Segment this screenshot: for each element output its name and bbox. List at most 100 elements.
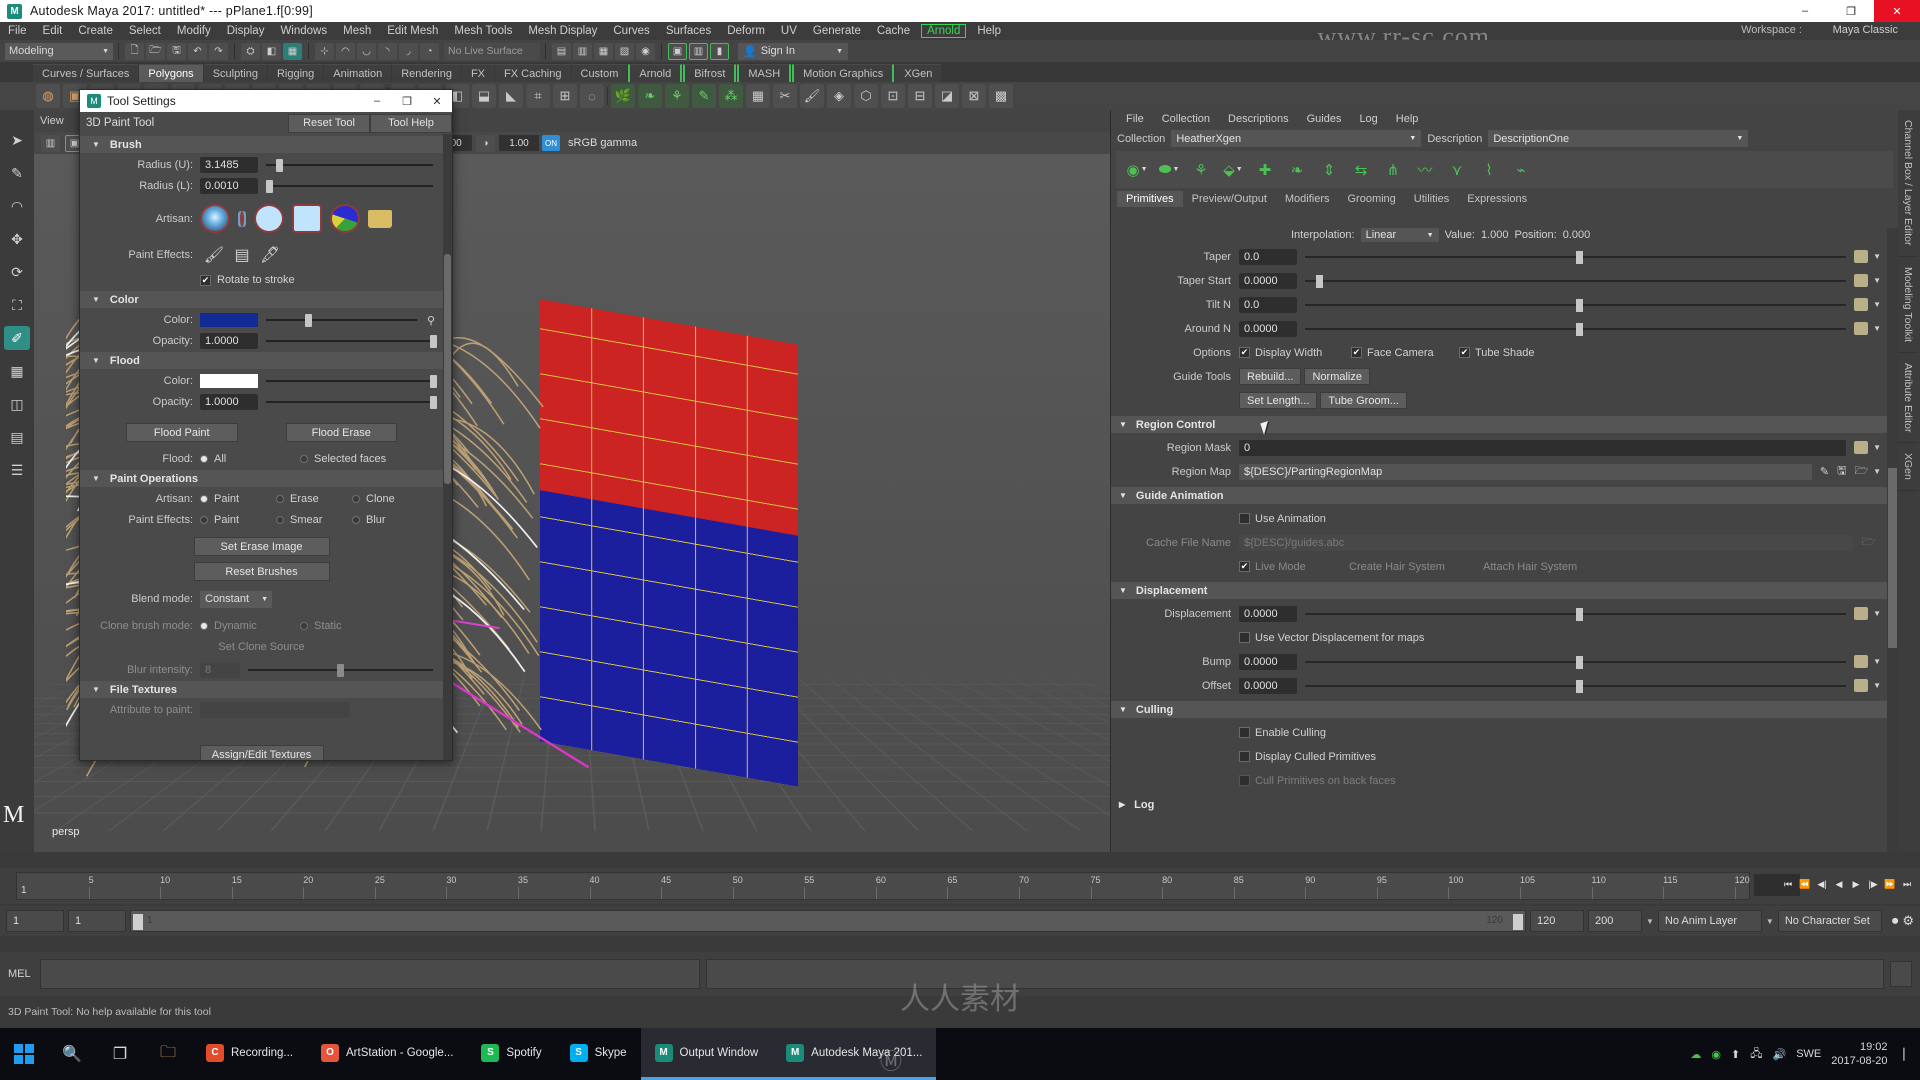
artisan-paint-radio[interactable] bbox=[200, 495, 208, 503]
pe-smear-radio[interactable] bbox=[276, 516, 284, 524]
guide-scale-icon[interactable]: ⇆ bbox=[1346, 155, 1376, 185]
outliner-layout-icon[interactable]: ☰ bbox=[4, 458, 30, 482]
crease-tool-icon[interactable]: ◪ bbox=[935, 84, 959, 108]
snap-to-curve-icon[interactable]: ◠ bbox=[336, 42, 355, 60]
cloud-icon[interactable]: ☁ bbox=[1690, 1048, 1701, 1061]
brush-medium-falloff-icon[interactable] bbox=[240, 210, 244, 227]
range-slider-right-handle[interactable] bbox=[1513, 914, 1523, 930]
quad-draw-icon[interactable]: ▦ bbox=[746, 84, 770, 108]
brush-square-icon[interactable] bbox=[292, 204, 322, 233]
xgen-groom-icon[interactable]: ❧ bbox=[638, 84, 662, 108]
tool-settings-minimize-button[interactable]: – bbox=[362, 90, 392, 112]
ipr-render-icon[interactable]: ▥ bbox=[573, 42, 592, 60]
section-file-textures[interactable]: ▼ File Textures bbox=[80, 681, 443, 698]
target-weld-icon[interactable]: ◈ bbox=[827, 84, 851, 108]
language-indicator[interactable]: SWE bbox=[1796, 1048, 1821, 1060]
taper-start-input[interactable]: 0.0000 bbox=[1239, 272, 1297, 289]
toggle-editor-icon[interactable]: ▣ bbox=[668, 42, 687, 60]
menu-item-mesh[interactable]: Mesh bbox=[335, 25, 379, 37]
move-tool-icon[interactable]: ✥ bbox=[4, 227, 30, 251]
taper-start-slider[interactable] bbox=[1305, 273, 1847, 289]
bevel-icon[interactable]: ◣ bbox=[499, 84, 523, 108]
brush-browse-folder-icon[interactable] bbox=[368, 209, 392, 228]
flood-color-slider[interactable] bbox=[266, 373, 437, 389]
artisan-erase-radio[interactable] bbox=[276, 495, 284, 503]
preview-refresh-icon[interactable]: ◉ ▼ bbox=[1122, 155, 1152, 185]
step-back-key-icon[interactable]: ⏪ bbox=[1798, 874, 1812, 894]
taper-slider[interactable] bbox=[1305, 249, 1847, 265]
undo-icon[interactable]: ↶ bbox=[188, 42, 207, 60]
step-forward-key-icon[interactable]: ⏩ bbox=[1883, 874, 1897, 894]
menu-item-windows[interactable]: Windows bbox=[272, 25, 335, 37]
script-editor-icon[interactable] bbox=[1890, 961, 1912, 987]
radius-l-input[interactable]: 0.0010 bbox=[200, 178, 258, 194]
render-settings-icon[interactable]: ▦ bbox=[594, 42, 613, 60]
displacement-slider[interactable] bbox=[1305, 606, 1847, 622]
viewport-gamma-value[interactable]: 1.00 bbox=[499, 135, 539, 151]
tilt-n-input[interactable]: 0.0 bbox=[1239, 296, 1297, 313]
section-guide-animation[interactable]: ▼ Guide Animation bbox=[1111, 487, 1887, 504]
around-n-input[interactable]: 0.0000 bbox=[1239, 320, 1297, 337]
brush-custom-image-icon[interactable] bbox=[330, 204, 360, 233]
play-back-icon[interactable]: ◀ bbox=[1832, 874, 1846, 894]
character-set-select[interactable]: No Character Set bbox=[1777, 910, 1882, 932]
xgen-menu-collection[interactable]: Collection bbox=[1153, 113, 1219, 125]
tab-preview-output[interactable]: Preview/Output bbox=[1183, 191, 1276, 207]
playback-end-field[interactable]: 120 bbox=[1530, 910, 1584, 932]
chevron-down-icon[interactable]: ▼ bbox=[1873, 443, 1881, 452]
shelf-tab-sculpting[interactable]: Sculpting bbox=[203, 64, 267, 82]
add-guide-icon[interactable]: ✚ bbox=[1250, 155, 1280, 185]
xgen-menu-guides[interactable]: Guides bbox=[1298, 113, 1351, 125]
chevron-down-icon[interactable]: ▼ bbox=[1873, 657, 1881, 666]
tool-settings-scrollbar[interactable] bbox=[443, 134, 452, 760]
new-scene-icon[interactable]: 🗋 bbox=[125, 42, 144, 60]
artisan-clone-radio[interactable] bbox=[352, 495, 360, 503]
face-camera-checkbox[interactable]: ✔ bbox=[1351, 347, 1362, 358]
tilt-n-map-icon[interactable] bbox=[1854, 298, 1869, 311]
xgen-menu-descriptions[interactable]: Descriptions bbox=[1219, 113, 1298, 125]
paint-opacity-slider[interactable] bbox=[266, 333, 437, 349]
edit-map-icon[interactable]: ✎ bbox=[1820, 465, 1829, 478]
section-region-control[interactable]: ▼ Region Control bbox=[1111, 416, 1887, 433]
guide-sculpt-icon[interactable]: ❧ bbox=[1282, 155, 1312, 185]
volume-icon[interactable]: 🔊 bbox=[1772, 1048, 1786, 1061]
clock[interactable]: 19:02 2017-08-20 bbox=[1831, 1040, 1893, 1068]
set-erase-image-button[interactable]: Set Erase Image bbox=[193, 537, 330, 556]
region-mask-input[interactable]: 0 bbox=[1239, 439, 1847, 456]
shelf-tab-xgen[interactable]: XGen bbox=[895, 64, 942, 82]
paint-color-slider[interactable] bbox=[266, 312, 417, 328]
guide-part-icon[interactable]: ⋔ bbox=[1378, 155, 1408, 185]
around-n-slider[interactable] bbox=[1305, 321, 1847, 337]
brush-soft-falloff-icon[interactable] bbox=[200, 204, 230, 233]
save-map-icon[interactable]: 🖫 bbox=[1837, 462, 1846, 481]
guide-cut-icon[interactable]: ⌁ bbox=[1506, 155, 1536, 185]
play-forward-icon[interactable]: ▶ bbox=[1849, 874, 1863, 894]
shelf-tab-bifrost[interactable]: Bifrost bbox=[683, 64, 737, 82]
poke-icon[interactable]: ⊠ bbox=[962, 84, 986, 108]
select-by-hierarchy-icon[interactable]: ⛭ bbox=[241, 42, 260, 60]
offset-map-icon[interactable] bbox=[1854, 679, 1869, 692]
bridge-icon[interactable]: ⌗ bbox=[526, 84, 550, 108]
menu-item-deform[interactable]: Deform bbox=[719, 25, 773, 37]
quad-view-layout-icon[interactable]: ▦ bbox=[4, 359, 30, 383]
xgen-scrollbar[interactable] bbox=[1887, 228, 1898, 852]
time-slider-track[interactable]: 1 5 10 15 20 25 30 35 40 45 50 55 60 65 70 75 80 85 90 95 1… bbox=[16, 872, 1750, 900]
menu-item-create[interactable]: Create bbox=[70, 25, 121, 37]
add-guides-icon[interactable]: ⚘ bbox=[1186, 155, 1216, 185]
reset-brushes-button[interactable]: Reset Brushes bbox=[193, 562, 330, 581]
sculpt-tool-icon[interactable]: 🖌 bbox=[800, 84, 824, 108]
smooth-icon[interactable]: ◌ bbox=[580, 84, 604, 108]
multi-cut-icon[interactable]: ✂ bbox=[773, 84, 797, 108]
rotate-tool-icon[interactable]: ⟳ bbox=[4, 260, 30, 284]
guide-clump-icon[interactable]: ⋎ bbox=[1442, 155, 1472, 185]
show-desktop-icon[interactable]: ▏ bbox=[1904, 1048, 1912, 1061]
rotate-to-stroke-checkbox[interactable]: ✔ bbox=[200, 274, 211, 286]
shelf-tab-rendering[interactable]: Rendering bbox=[392, 64, 461, 82]
paintbrush-icon[interactable]: 🖌 bbox=[200, 242, 228, 268]
chevron-down-icon[interactable]: ▼ bbox=[1873, 324, 1881, 333]
bump-input[interactable]: 0.0000 bbox=[1239, 653, 1297, 670]
description-select[interactable]: DescriptionOne ▼ bbox=[1488, 130, 1749, 147]
xgen-menu-file[interactable]: File bbox=[1117, 113, 1153, 125]
scale-tool-icon[interactable]: ⛶ bbox=[4, 293, 30, 317]
interpolation-position-num[interactable]: 0.000 bbox=[1563, 229, 1591, 241]
